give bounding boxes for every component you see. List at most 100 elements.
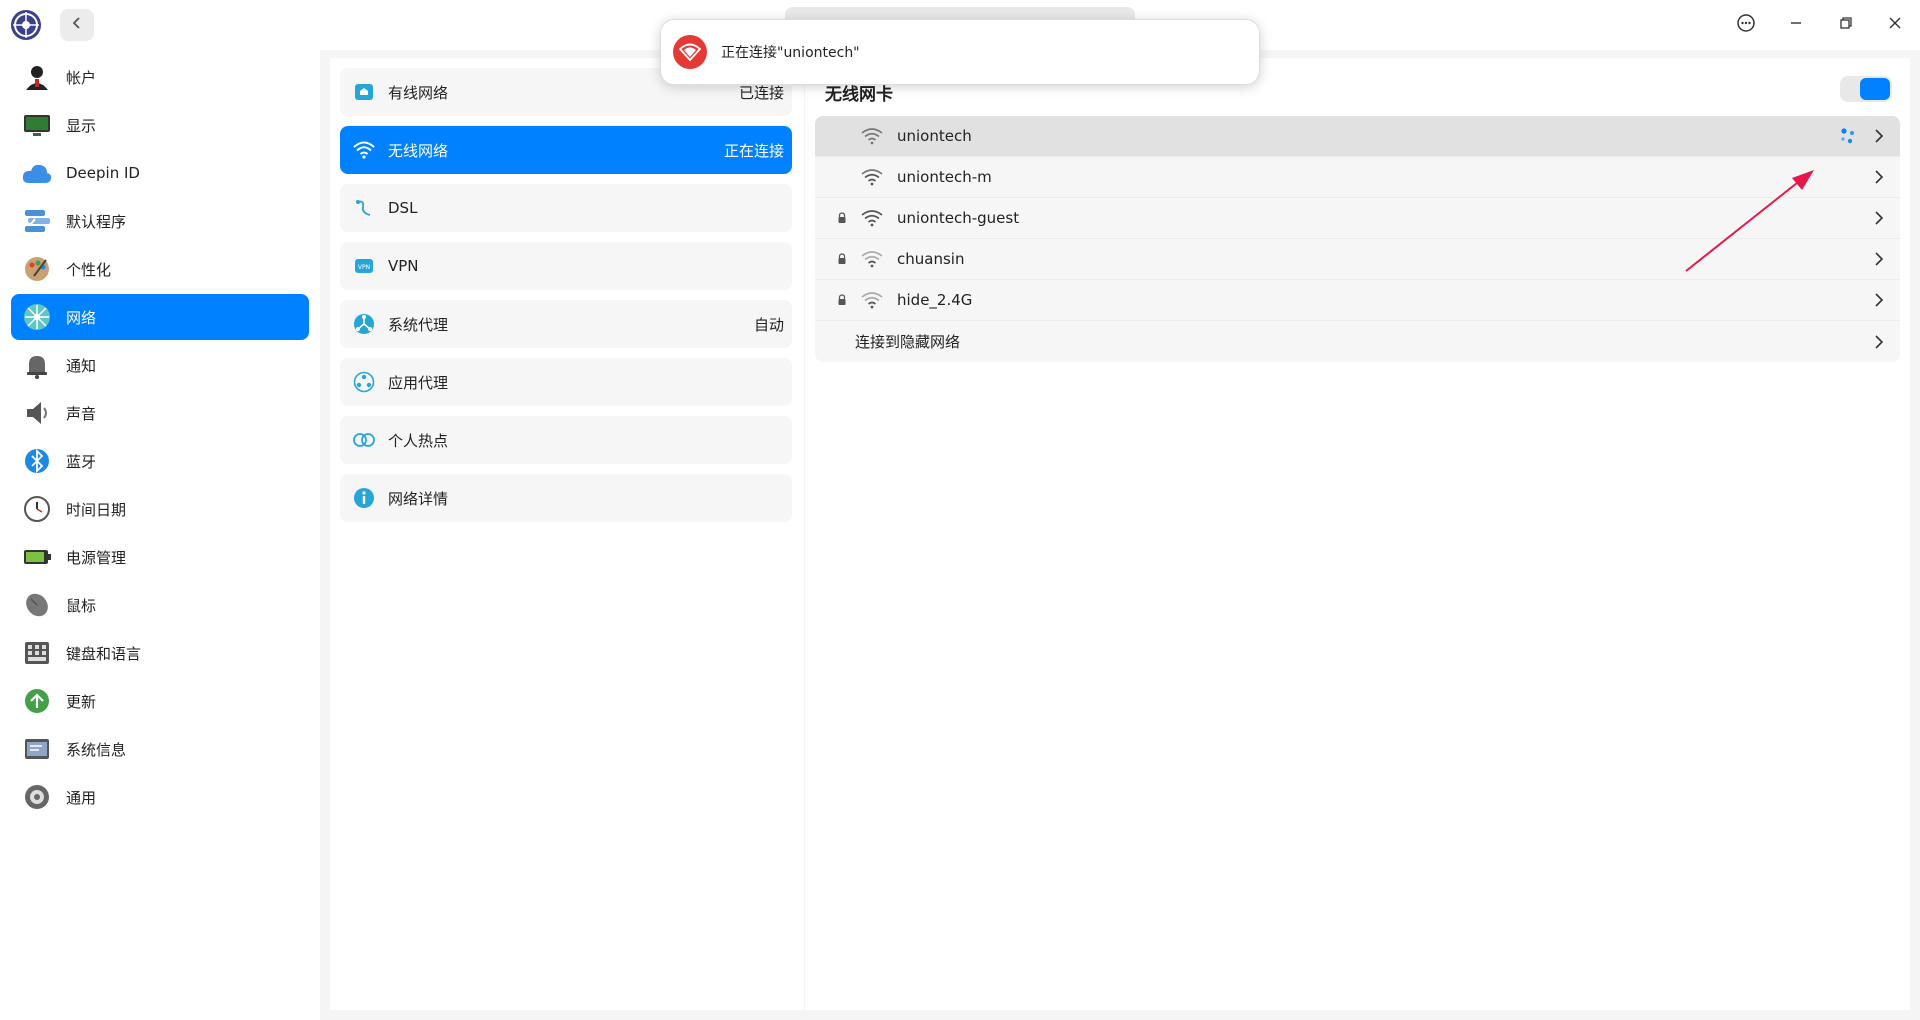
sidebar-item-label: 通知 [66,356,97,375]
sidebar-item-label: 帐户 [66,68,97,87]
notification-toast[interactable]: 正在连接"uniontech" [660,19,1260,85]
connect-hidden-network-row[interactable]: 连接到隐藏网络 [815,321,1900,362]
close-button[interactable] [1880,10,1910,40]
chevron-right-icon[interactable] [1864,292,1894,308]
wifi-signal-icon [859,209,885,227]
sidebar-item-label: 通用 [66,788,97,807]
mouse-icon [20,588,54,622]
network-menu-label: 个人热点 [388,431,449,450]
account-icon [20,60,54,94]
annotation-arrow [1680,165,1820,275]
wired-network-icon [352,80,376,104]
restore-icon [1839,16,1853,34]
update-icon [20,684,54,718]
svg-text:VPN: VPN [358,264,370,271]
bluetooth-icon [20,444,54,478]
wifi-signal-icon [859,168,885,186]
network-menu-label: 网络详情 [388,489,449,508]
chevron-right-icon[interactable] [1864,169,1894,185]
wireless-toggle[interactable] [1840,76,1892,102]
chevron-right-icon[interactable] [1864,210,1894,226]
lock-icon [827,294,857,306]
minimize-button[interactable] [1781,10,1811,40]
back-button[interactable] [60,9,94,41]
sidebar-item-update[interactable]: 更新 [11,678,309,724]
sidebar-item-network[interactable]: 网络 [11,294,309,340]
network-menu-item-wireless[interactable]: 无线网络 正在连接 [340,126,792,174]
sidebar-item-display[interactable]: 显示 [11,102,309,148]
sidebar-item-sound[interactable]: 声音 [11,390,309,436]
hotspot-icon [352,428,376,452]
more-icon [1736,13,1756,37]
system-info-icon [20,732,54,766]
minimize-icon [1789,16,1803,34]
sidebar-item-label: Deepin ID [66,164,140,182]
sound-icon [20,396,54,430]
network-menu-panel: 有线网络 已连接 无线网络 正在连接 DSL VPN VPN 系统代理 自动 应… [330,58,804,1010]
network-menu-label: DSL [388,199,418,217]
default-apps-icon [20,204,54,238]
sidebar-item-personalization[interactable]: 个性化 [11,246,309,292]
network-menu-item-vpn[interactable]: VPN VPN [340,242,792,290]
sidebar-item-datetime[interactable]: 时间日期 [11,486,309,532]
menu-button[interactable] [1731,10,1761,40]
personalization-icon [20,252,54,286]
network-menu-item-app-proxy[interactable]: 应用代理 [340,358,792,406]
chevron-right-icon[interactable] [1864,251,1894,267]
wifi-network-row[interactable]: hide_2.4G [815,280,1900,321]
deepin-control-center-icon [10,9,42,41]
network-menu-item-dsl[interactable]: DSL [340,184,792,232]
sidebar-item-label: 系统信息 [66,740,127,759]
close-icon [1888,16,1902,34]
restore-button[interactable] [1831,10,1861,40]
sidebar-item-keyboard[interactable]: 键盘和语言 [11,630,309,676]
sidebar-item-system-info[interactable]: 系统信息 [11,726,309,772]
sidebar-item-label: 更新 [66,692,97,711]
display-icon [20,108,54,142]
sidebar-item-power[interactable]: 电源管理 [11,534,309,580]
cloud-icon [20,156,54,190]
wifi-network-name: uniontech [897,127,972,145]
wifi-signal-icon [859,127,885,145]
sidebar-item-account[interactable]: 帐户 [11,54,309,100]
app-proxy-icon [352,370,376,394]
chevron-right-icon[interactable] [1864,128,1894,144]
wifi-network-row[interactable]: uniontech [815,116,1900,157]
sidebar-item-default-apps[interactable]: 默认程序 [11,198,309,244]
network-icon [20,300,54,334]
chevron-right-icon[interactable] [1864,334,1894,350]
dsl-icon [352,196,376,220]
wifi-network-name: hide_2.4G [897,291,973,309]
sidebar-item-bluetooth[interactable]: 蓝牙 [11,438,309,484]
system-proxy-icon [352,312,376,336]
sidebar-item-label: 键盘和语言 [66,644,142,663]
network-menu-status: 自动 [753,315,784,334]
sidebar-item-mouse[interactable]: 鼠标 [11,582,309,628]
notification-icon [20,348,54,382]
sidebar-item-label: 电源管理 [66,548,127,567]
network-menu-item-hotspot[interactable]: 个人热点 [340,416,792,464]
connect-hidden-network-label: 连接到隐藏网络 [855,333,961,351]
keyboard-icon [20,636,54,670]
network-menu-label: VPN [388,257,419,275]
wifi-signal-icon [859,250,885,268]
network-menu-item-details[interactable]: 网络详情 [340,474,792,522]
network-menu-item-system-proxy[interactable]: 系统代理 自动 [340,300,792,348]
wifi-icon [352,138,376,162]
sidebar-item-deepin-id[interactable]: Deepin ID [11,150,309,196]
connecting-spinner-icon [1836,126,1860,146]
network-menu-label: 系统代理 [388,315,449,334]
chevron-left-icon [71,16,83,34]
sidebar-item-general[interactable]: 通用 [11,774,309,820]
sidebar-item-label: 默认程序 [66,212,127,231]
toggle-knob [1860,78,1890,100]
vpn-icon: VPN [352,254,376,278]
sidebar: 帐户 显示 Deepin ID 默认程序 个性化 网络 通知 声音 蓝牙 时间日… [0,50,320,1020]
sidebar-item-label: 时间日期 [66,500,127,519]
wifi-error-icon [673,35,707,69]
sidebar-item-label: 网络 [66,308,97,327]
sidebar-item-notification[interactable]: 通知 [11,342,309,388]
wifi-signal-icon [859,291,885,309]
network-menu-status: 正在连接 [723,141,784,160]
sidebar-item-label: 声音 [66,404,97,423]
